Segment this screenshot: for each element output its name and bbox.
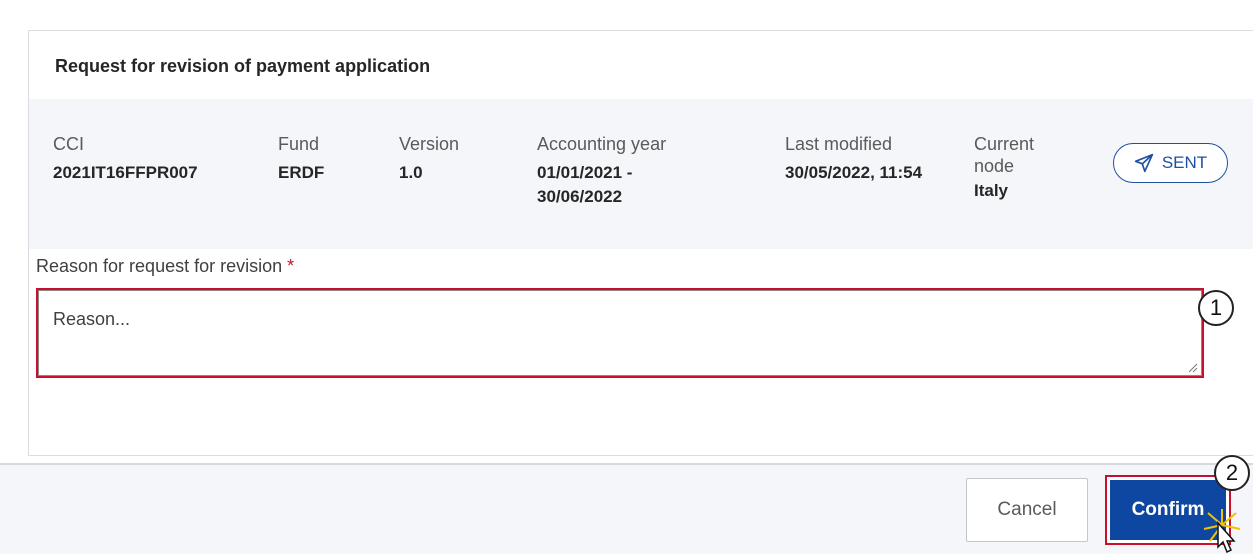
application-info-panel: CCI 2021IT16FFPR007 Fund ERDF Version 1.… — [29, 99, 1253, 249]
cancel-button[interactable]: Cancel — [966, 478, 1088, 542]
status-text: SENT — [1161, 153, 1208, 172]
reason-label-text: Reason for request for revision — [36, 256, 283, 276]
fund-field: Fund ERDF — [278, 133, 324, 185]
accounting-year-label: Accounting year — [537, 134, 667, 154]
fund-label: Fund — [278, 134, 320, 154]
reason-input[interactable] — [38, 290, 1202, 376]
dialog-title: Request for revision of payment applicat… — [55, 56, 431, 76]
last-modified-label: Last modified — [785, 134, 893, 154]
required-marker: * — [287, 256, 295, 276]
version-field: Version 1.0 — [399, 133, 459, 185]
accounting-year-value: 01/01/2021 - 30/06/2022 — [537, 163, 633, 206]
revision-request-dialog: Request for revision of payment applicat… — [28, 30, 1253, 456]
current-node-field: Current node Italy — [974, 133, 1064, 203]
step-marker-2: 2 — [1214, 455, 1250, 491]
last-modified-field: Last modified 30/05/2022, 11:54 — [785, 133, 945, 185]
reason-field-highlight — [36, 288, 1204, 378]
last-modified-value: 30/05/2022, 11:54 — [785, 163, 923, 182]
dialog-footer: Cancel Confirm — [0, 465, 1253, 554]
step-marker-1: 1 — [1198, 290, 1234, 326]
reason-label: Reason for request for revision * — [36, 256, 294, 277]
cci-label: CCI — [53, 134, 84, 154]
accounting-year-field: Accounting year 01/01/2021 - 30/06/2022 — [537, 133, 697, 209]
version-value: 1.0 — [399, 163, 423, 182]
resize-grip-icon[interactable] — [1186, 360, 1198, 373]
status-badge: SENT — [1113, 143, 1228, 183]
cci-value: 2021IT16FFPR007 — [53, 163, 198, 182]
fund-value: ERDF — [278, 163, 325, 182]
current-node-label: Current node — [974, 134, 1035, 176]
version-label: Version — [399, 134, 460, 154]
cci-field: CCI 2021IT16FFPR007 — [53, 133, 198, 185]
current-node-value: Italy — [974, 181, 1009, 200]
click-cursor-icon — [1200, 505, 1244, 554]
paper-plane-icon — [1134, 153, 1154, 173]
